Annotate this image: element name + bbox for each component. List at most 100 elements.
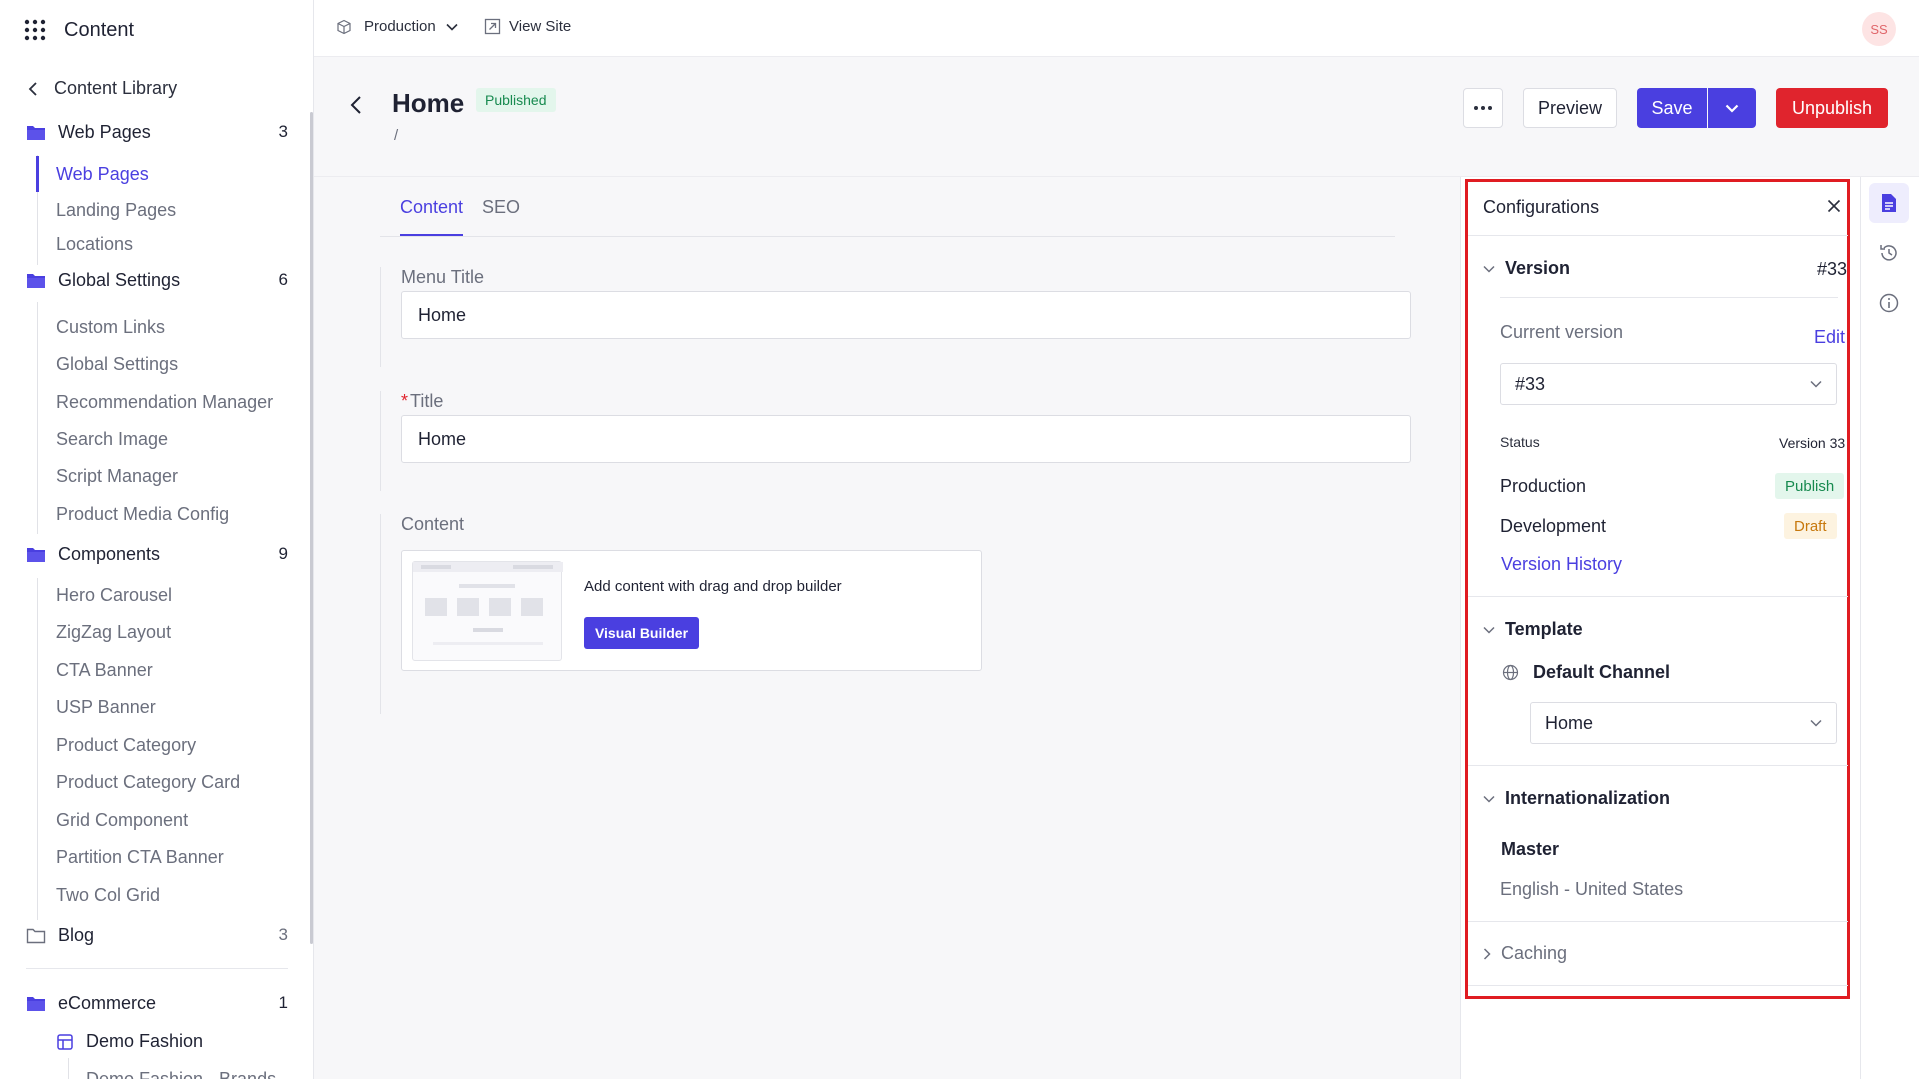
sidebar-item-grid-component[interactable]: Grid Component	[56, 810, 188, 831]
menu-title-group: Menu Title Home	[380, 267, 1411, 367]
folder-name: Web Pages	[58, 121, 151, 142]
preview-button[interactable]: Preview	[1523, 88, 1617, 128]
folder-name: Components	[58, 543, 161, 564]
apps-grid-icon[interactable]	[24, 19, 46, 41]
sidebar-item-two-col-grid[interactable]: Two Col Grid	[56, 885, 160, 906]
unpublish-button[interactable]: Unpublish	[1776, 88, 1888, 128]
back-button[interactable]	[350, 95, 362, 115]
sidebar-divider	[26, 968, 288, 969]
tab-content[interactable]: Content	[400, 197, 463, 218]
sidebar-item-custom-links[interactable]: Custom Links	[56, 317, 165, 338]
default-channel-label: Default Channel	[1533, 662, 1671, 682]
folder-count: 6	[278, 270, 288, 289]
folder-components[interactable]: Components 9	[26, 542, 288, 566]
more-button[interactable]	[1463, 88, 1503, 128]
globe-icon	[1502, 664, 1529, 681]
title-group: * Title Home	[380, 391, 1411, 491]
version-history-link[interactable]: Version History	[1501, 554, 1622, 575]
store-name: Demo Fashion	[86, 1031, 204, 1051]
folder-web-pages[interactable]: Web Pages 3	[26, 120, 288, 144]
avatar[interactable]: SS	[1862, 12, 1896, 46]
sidebar-item-product-media-config[interactable]: Product Media Config	[56, 504, 229, 525]
builder-thumbnail-icon	[412, 561, 563, 661]
chevron-down-icon	[1483, 265, 1505, 273]
sidebar-item-hero-carousel[interactable]: Hero Carousel	[56, 585, 172, 606]
status-value: Version 33	[1779, 435, 1846, 451]
info-rail-button[interactable]	[1869, 283, 1909, 323]
i18n-section-toggle[interactable]: Internationalization	[1483, 788, 1670, 809]
tab-seo[interactable]: SEO	[482, 197, 520, 218]
sidebar-item-product-category-card[interactable]: Product Category Card	[56, 772, 240, 793]
sidebar-item-usp-banner[interactable]: USP Banner	[56, 697, 156, 718]
environment-selector[interactable]: Production	[336, 18, 458, 35]
sidebar-item-demo-fashion[interactable]: Demo Fashion	[56, 1031, 203, 1052]
publish-badge: Publish	[1775, 473, 1845, 499]
content-library-back-link[interactable]: Content Library	[28, 78, 177, 99]
sidebar-item-script-manager[interactable]: Script Manager	[56, 466, 178, 487]
sidebar-item-web-pages[interactable]: Web Pages	[56, 164, 149, 185]
chevron-down-icon	[446, 23, 458, 31]
configurations-rail-button[interactable]	[1869, 183, 1909, 223]
divider	[1468, 985, 1848, 986]
more-icon	[1474, 106, 1492, 110]
folder-global-settings[interactable]: Global Settings 6	[26, 268, 288, 292]
env-development-label: Development	[1500, 516, 1607, 536]
locale-value: English - United States	[1500, 879, 1684, 899]
folder-blog[interactable]: Blog 3	[26, 923, 288, 947]
status-badge: Published	[476, 88, 556, 112]
template-section-toggle[interactable]: Template	[1483, 619, 1583, 640]
tree-line	[37, 578, 38, 920]
sidebar-item-search-image[interactable]: Search Image	[56, 429, 168, 450]
content-library-label: Content Library	[54, 78, 178, 98]
caching-section-toggle[interactable]: Caching	[1483, 943, 1567, 964]
chevron-down-icon	[1725, 104, 1739, 113]
sidebar-item-recommendation-manager[interactable]: Recommendation Manager	[56, 392, 273, 413]
store-icon	[56, 1033, 74, 1051]
content-group: Content Add content with drag and drop b…	[380, 514, 1395, 714]
sidebar-item-demo-fashion-brands[interactable]: Demo Fashion - Brands	[86, 1068, 276, 1079]
folder-count: 3	[278, 925, 288, 944]
menu-title-input[interactable]: Home	[401, 291, 1411, 339]
template-select-value: Home	[1545, 712, 1594, 733]
visual-builder-button[interactable]: Visual Builder	[584, 617, 699, 649]
version-select-value: #33	[1515, 373, 1546, 394]
sidebar-item-global-settings[interactable]: Global Settings	[56, 354, 178, 375]
template-heading: Template	[1505, 619, 1583, 639]
configurations-panel: Configurations Version #33 Current versi…	[1460, 177, 1860, 1079]
editor-tabs: Content SEO	[380, 177, 1395, 237]
chevron-down-icon	[1483, 795, 1505, 803]
chevron-left-icon	[350, 95, 362, 115]
edit-version-link[interactable]: Edit	[1814, 327, 1845, 348]
folder-ecommerce[interactable]: eCommerce 1	[26, 991, 288, 1015]
sidebar-item-cta-banner[interactable]: CTA Banner	[56, 660, 153, 681]
folder-name: Blog	[58, 924, 95, 945]
save-button[interactable]: Save	[1637, 88, 1707, 128]
version-section-toggle[interactable]: Version	[1483, 258, 1570, 279]
sidebar-item-product-category[interactable]: Product Category	[56, 735, 196, 756]
close-panel-button[interactable]	[1827, 199, 1841, 213]
editor-area: Content SEO Menu Title Home * Title Home …	[314, 177, 1460, 1079]
panel-title: Configurations	[1483, 197, 1600, 217]
content-label: Content	[401, 514, 465, 534]
divider	[1500, 297, 1838, 298]
save-options-button[interactable]	[1708, 88, 1756, 128]
view-site-link[interactable]: View Site	[484, 18, 571, 35]
sidebar-item-zigzag-layout[interactable]: ZigZag Layout	[56, 622, 171, 643]
title-input[interactable]: Home	[401, 415, 1411, 463]
sidebar-scrollbar[interactable]	[310, 112, 313, 944]
cube-icon	[336, 19, 352, 35]
sidebar-item-locations[interactable]: Locations	[56, 234, 133, 255]
page-title: Home	[392, 88, 465, 118]
template-select[interactable]: Home	[1530, 702, 1837, 744]
current-version-label: Current version	[1500, 322, 1624, 342]
view-site-label: View Site	[509, 18, 572, 35]
external-link-icon	[484, 18, 501, 35]
sidebar-item-partition-cta-banner[interactable]: Partition CTA Banner	[56, 847, 224, 868]
history-rail-button[interactable]	[1869, 233, 1909, 273]
history-icon	[1878, 242, 1900, 264]
version-number: #33	[1817, 259, 1848, 279]
version-select[interactable]: #33	[1500, 363, 1837, 405]
sidebar: Content Content Library Web Pages 3 Web …	[0, 0, 314, 1079]
folder-count: 1	[278, 993, 288, 1012]
sidebar-item-landing-pages[interactable]: Landing Pages	[56, 200, 176, 221]
